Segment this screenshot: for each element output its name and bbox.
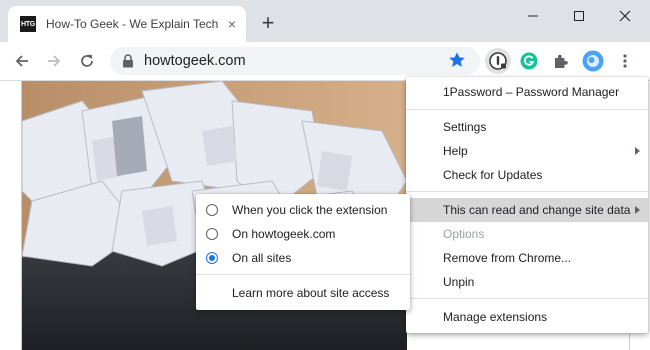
site-access-option-label: On all sites [232,251,292,265]
menu-item-manage-extensions[interactable]: Manage extensions [406,305,648,329]
close-tab-icon[interactable]: × [224,16,240,32]
back-button[interactable] [9,48,35,74]
new-tab-button[interactable]: + [256,12,280,36]
extensions-button[interactable] [550,50,572,72]
menu-item-settings[interactable]: Settings [406,115,648,139]
menu-separator [406,298,648,299]
1password-extension-button[interactable] [485,48,511,74]
chrome-menu-button[interactable] [614,50,636,72]
submenu-arrow-icon [635,147,640,155]
toolbar: howtogeek.com [0,42,650,81]
star-icon[interactable] [448,51,466,69]
url-text[interactable]: howtogeek.com [144,53,246,69]
browser-window: HTG How-To Geek - We Explain Techn × + h… [0,0,650,350]
site-access-option-label: When you click the extension [232,203,388,217]
menu-item-check-updates[interactable]: Check for Updates [406,163,648,187]
radio-button-selected[interactable] [206,252,218,264]
radio-button[interactable] [206,228,218,240]
site-access-option-this-site[interactable]: On howtogeek.com [196,222,410,246]
reload-icon [81,54,93,67]
grammarly-extension-button[interactable] [518,50,540,72]
site-access-option-all-sites[interactable]: On all sites [196,246,410,270]
close-icon [619,10,631,22]
forward-button[interactable] [41,48,67,74]
menu-item-options: Options [443,227,485,241]
menu-item-remove[interactable]: Remove from Chrome... [406,246,648,270]
menu-item-help[interactable]: Help [406,139,648,163]
kebab-menu-icon [623,54,627,68]
menu-separator [196,274,410,275]
arrow-left-icon [15,55,28,67]
learn-more-site-access-link[interactable]: Learn more about site access [196,281,410,305]
minimize-icon [528,15,538,17]
tab-strip: HTG How-To Geek - We Explain Techn × + [0,0,650,42]
menu-item-help-label: Help [443,144,468,158]
menu-item-site-data-label: This can read and change site data [443,203,631,217]
tab-howtogeek[interactable]: HTG How-To Geek - We Explain Techn × [8,6,246,42]
grammarly-extension-icon [520,52,538,70]
site-access-option-on-click[interactable]: When you click the extension [196,198,410,222]
menu-separator [406,191,648,192]
menu-item-unpin[interactable]: Unpin [406,270,648,294]
reload-button[interactable] [74,48,100,74]
profile-button[interactable] [582,50,604,72]
submenu-arrow-icon [635,206,640,214]
1password-extension-icon [489,52,507,70]
menu-item-extension-name[interactable]: 1Password – Password Manager [406,80,648,104]
tab-title: How-To Geek - We Explain Techn [46,17,218,31]
minimize-button[interactable] [510,0,556,32]
menu-item-site-data[interactable]: This can read and change site data [406,198,648,222]
close-window-button[interactable] [602,0,648,32]
site-access-submenu: When you click the extension On howtogee… [196,194,410,310]
maximize-icon [574,11,584,21]
lock-icon[interactable] [122,54,134,68]
site-access-option-label: On howtogeek.com [232,227,336,241]
address-bar[interactable]: howtogeek.com [110,47,480,75]
htg-favicon-icon: HTG [20,16,36,32]
puzzle-icon [555,54,568,68]
menu-separator [406,109,648,110]
profile-avatar-icon [582,50,604,72]
maximize-button[interactable] [556,0,602,32]
radio-button[interactable] [206,204,218,216]
extension-context-menu: 1Password – Password Manager Settings He… [406,77,648,333]
arrow-right-icon [48,55,61,67]
